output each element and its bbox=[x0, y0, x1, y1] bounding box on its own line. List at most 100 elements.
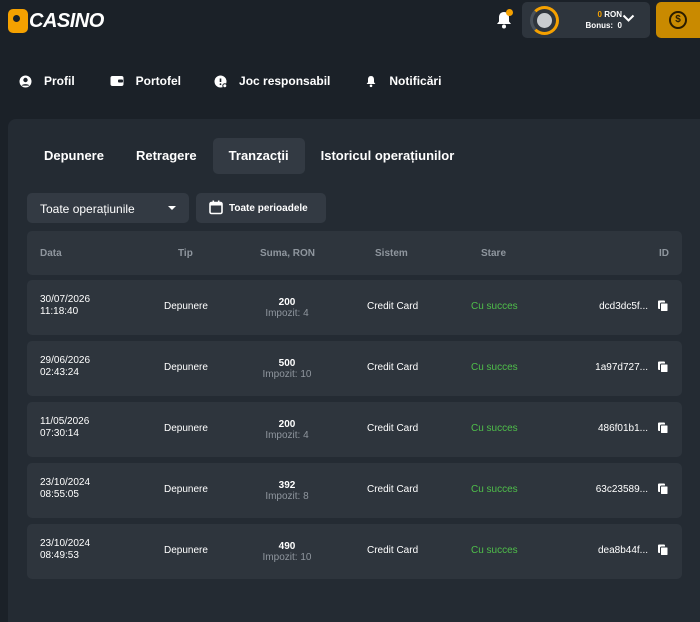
nav-item-portofel[interactable]: Portofel bbox=[110, 70, 181, 92]
row-type: Depunere bbox=[164, 484, 208, 495]
row-datetime: 23/10/2024 08:49:53 bbox=[40, 538, 90, 562]
row-status: Cu succes bbox=[471, 484, 518, 495]
row-type: Depunere bbox=[164, 423, 208, 434]
row-id: 486f01b1... bbox=[597, 423, 648, 434]
row-id: 1a97d727... bbox=[595, 362, 648, 373]
row-sum: 200 bbox=[278, 419, 296, 430]
account-nav: Profil Portofel Joc responsabil Notifică… bbox=[0, 70, 441, 92]
filters: Toate operațiunile Toate perioadele bbox=[27, 193, 326, 223]
calendar-icon bbox=[209, 200, 223, 215]
row-type: Depunere bbox=[164, 301, 208, 312]
row-time: 08:49:53 bbox=[40, 550, 79, 561]
row-time: 08:55:05 bbox=[40, 489, 79, 500]
column-header-sistem: Sistem bbox=[375, 248, 408, 259]
bonus-label: Bonus: bbox=[585, 21, 614, 30]
balance-currency: RON bbox=[604, 10, 622, 19]
row-datetime: 23/10/2024 08:55:05 bbox=[40, 477, 90, 501]
row-amount: 200 Impozit: 4 bbox=[252, 297, 322, 319]
tab-istoricul-operatiunilor[interactable]: Istoricul operațiunilor bbox=[305, 138, 471, 174]
account-menu[interactable]: 0 RON Bonus: 0 bbox=[522, 2, 650, 38]
table-row: 29/06/2026 02:43:24 Depunere 500 Impozit: … bbox=[27, 341, 682, 396]
row-system: Credit Card bbox=[367, 423, 419, 434]
nav-item-label: Joc responsabil bbox=[239, 74, 331, 88]
row-status: Cu succes bbox=[471, 301, 518, 312]
nav-item-label: Profil bbox=[44, 74, 75, 88]
balance-amount: 0 bbox=[597, 10, 602, 19]
table-row: 23/10/2024 08:55:05 Depunere 392 Impozit: … bbox=[27, 463, 682, 518]
row-time: 02:43:24 bbox=[40, 367, 79, 378]
row-type: Depunere bbox=[164, 362, 208, 373]
row-type: Depunere bbox=[164, 545, 208, 556]
column-header-tip: Tip bbox=[178, 248, 193, 259]
wallet-icon bbox=[110, 76, 124, 86]
column-header-data: Data bbox=[40, 248, 62, 259]
row-status: Cu succes bbox=[471, 423, 518, 434]
row-status: Cu succes bbox=[471, 545, 518, 556]
row-datetime: 11/05/2026 07:30:14 bbox=[40, 416, 89, 440]
copy-icon[interactable] bbox=[657, 361, 669, 373]
row-time: 11:18:40 bbox=[40, 306, 79, 317]
dollar-coin-icon: $ bbox=[669, 11, 687, 29]
operation-select-value: Toate operațiunile bbox=[40, 202, 135, 216]
responsible-gaming-icon bbox=[214, 75, 228, 88]
row-date: 11/05/2026 bbox=[40, 416, 90, 427]
row-datetime: 29/06/2026 02:43:24 bbox=[40, 355, 90, 379]
tab-tranzactii[interactable]: Tranzacții bbox=[212, 138, 305, 174]
row-date: 23/10/2024 bbox=[40, 477, 91, 488]
transactions-list: 30/07/2026 11:18:40 Depunere 200 Impozit: … bbox=[27, 280, 682, 585]
row-tax: Impozit: 10 bbox=[262, 552, 312, 563]
row-system: Credit Card bbox=[367, 362, 419, 373]
nav-item-profil[interactable]: Profil bbox=[19, 70, 75, 92]
copy-icon[interactable] bbox=[657, 483, 669, 495]
row-status: Cu succes bbox=[471, 362, 518, 373]
transactions-panel: Depunere Retragere Tranzacții Istoricul … bbox=[8, 119, 700, 622]
row-id: dcd3dc5f... bbox=[599, 301, 648, 312]
row-tax: Impozit: 4 bbox=[265, 430, 309, 441]
row-datetime: 30/07/2026 11:18:40 bbox=[40, 294, 90, 318]
row-sum: 392 bbox=[278, 480, 296, 491]
avatar bbox=[530, 6, 559, 35]
period-button[interactable]: Toate perioadele bbox=[196, 193, 326, 223]
row-date: 23/10/2024 bbox=[40, 538, 91, 549]
casino-logo[interactable]: CASINO bbox=[8, 9, 104, 33]
copy-icon[interactable] bbox=[657, 422, 669, 434]
row-amount: 392 Impozit: 8 bbox=[252, 480, 322, 502]
row-amount: 500 Impozit: 10 bbox=[252, 358, 322, 380]
logo-mark-icon bbox=[8, 9, 28, 33]
user-circle-icon bbox=[19, 75, 32, 87]
table-row: 30/07/2026 11:18:40 Depunere 200 Impozit: … bbox=[27, 280, 682, 335]
row-tax: Impozit: 8 bbox=[265, 491, 309, 502]
row-sum: 200 bbox=[278, 297, 296, 308]
logo-text: CASINO bbox=[29, 9, 104, 32]
row-system: Credit Card bbox=[367, 301, 419, 312]
table-header: Data Tip Suma, RON Sistem Stare ID bbox=[27, 231, 682, 275]
row-id: dea8b44f... bbox=[597, 545, 648, 556]
nav-item-label: Portofel bbox=[135, 74, 182, 88]
row-id: 63c23589... bbox=[595, 484, 648, 495]
nav-item-notificari[interactable]: Notificări bbox=[365, 70, 441, 92]
tab-depunere[interactable]: Depunere bbox=[28, 138, 120, 174]
tab-retragere[interactable]: Retragere bbox=[120, 138, 213, 174]
column-header-id: ID bbox=[659, 248, 669, 259]
bell-icon bbox=[366, 75, 376, 87]
column-header-stare: Stare bbox=[481, 248, 507, 259]
top-bar: CASINO 0 RON Bonus: 0 $ bbox=[0, 0, 700, 42]
nav-item-joc-responsabil[interactable]: Joc responsabil bbox=[214, 70, 330, 92]
tab-bar: Depunere Retragere Tranzacții Istoricul … bbox=[28, 138, 470, 174]
caret-down-icon bbox=[168, 206, 176, 210]
row-system: Credit Card bbox=[367, 484, 419, 495]
row-amount: 200 Impozit: 4 bbox=[252, 419, 322, 441]
copy-icon[interactable] bbox=[657, 544, 669, 556]
row-time: 07:30:14 bbox=[40, 428, 79, 439]
deposit-button[interactable]: $ bbox=[656, 2, 700, 38]
copy-icon[interactable] bbox=[657, 300, 669, 312]
period-button-label: Toate perioadele bbox=[229, 203, 308, 214]
chevron-down-icon bbox=[622, 14, 635, 22]
table-row: 11/05/2026 07:30:14 Depunere 200 Impozit: … bbox=[27, 402, 682, 457]
operation-type-select[interactable]: Toate operațiunile bbox=[27, 193, 189, 223]
row-sum: 490 bbox=[278, 541, 296, 552]
row-tax: Impozit: 10 bbox=[262, 369, 312, 380]
notification-dot bbox=[506, 9, 513, 16]
row-date: 30/07/2026 bbox=[40, 294, 91, 305]
row-sum: 500 bbox=[278, 358, 296, 369]
